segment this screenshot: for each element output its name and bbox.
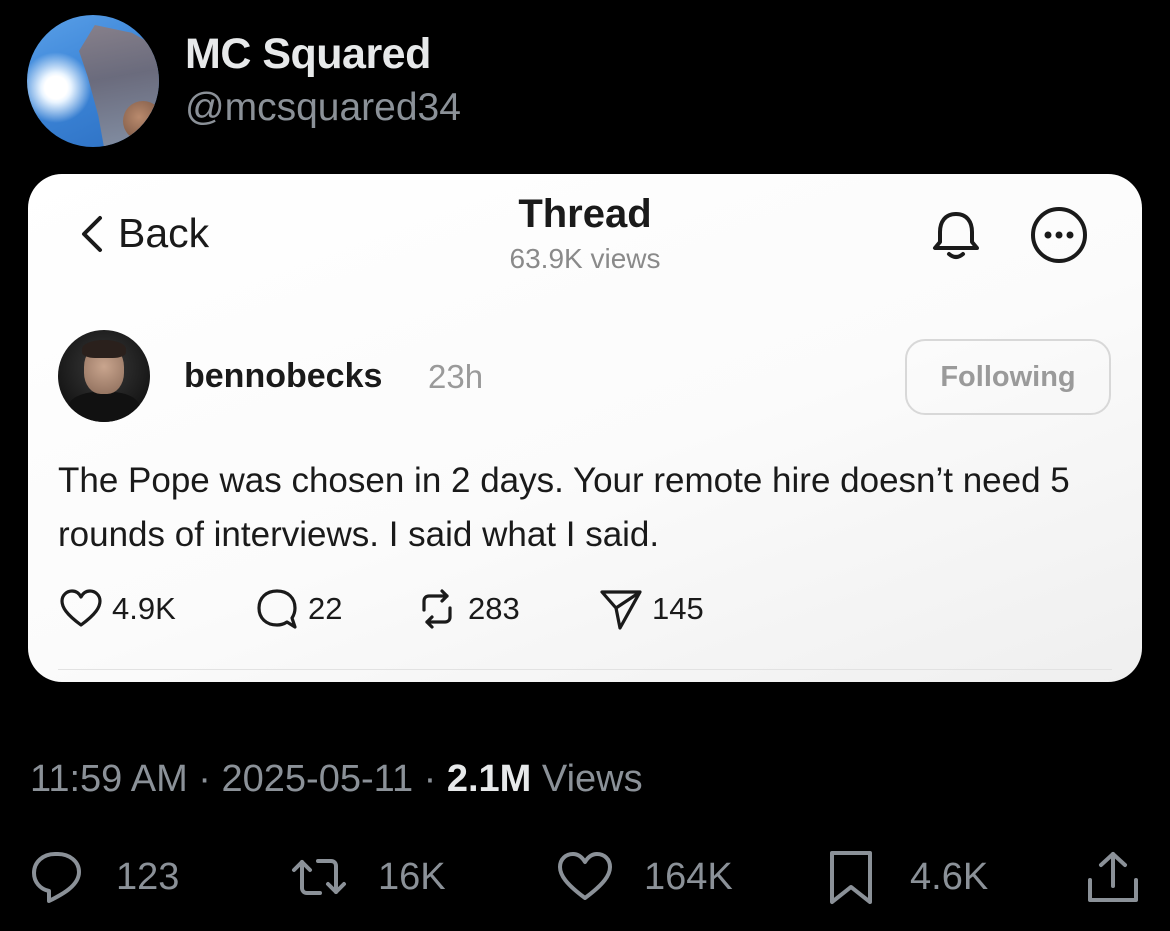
like-button[interactable]: 164K [556, 848, 733, 906]
display-name[interactable]: MC Squared [185, 30, 431, 79]
more-options-icon [1031, 207, 1087, 263]
thread-repost-count: 283 [468, 591, 520, 626]
following-button: Following [905, 339, 1111, 415]
author-username: bennobecks [184, 357, 383, 395]
reply-button[interactable]: 123 [28, 848, 179, 906]
reply-icon [32, 852, 81, 903]
repost-count: 16K [378, 855, 446, 898]
meta-separator: · [423, 758, 437, 800]
thread-post-text: The Pope was chosen in 2 days. Your remo… [58, 461, 1070, 554]
thread-like: 4.9K [58, 586, 176, 632]
post-action-bar: 123 16K 164K 4.6K [0, 848, 1170, 918]
share-button[interactable] [1084, 848, 1142, 906]
view-count: 2.1M [446, 758, 532, 800]
author-post-time: 23h [428, 358, 484, 395]
thread-reply-count: 22 [308, 591, 343, 626]
retweet-icon [292, 859, 346, 895]
thread-like-count: 4.9K [112, 591, 176, 626]
bell-icon [933, 212, 979, 259]
repost-button[interactable]: 16K [290, 848, 446, 906]
meta-separator: · [198, 758, 211, 800]
repost-icon [422, 589, 452, 629]
post-date: 2025-05-11 [221, 758, 414, 800]
bookmark-count: 4.6K [910, 855, 989, 898]
post-metadata: 11:59 AM · 2025-05-11 · 2.1M Views [30, 758, 643, 801]
bookmark-icon [830, 851, 872, 904]
heart-icon [558, 852, 612, 900]
like-count: 164K [644, 855, 733, 898]
share-icon [1088, 852, 1138, 902]
author-avatar [58, 330, 150, 422]
profile-avatar[interactable] [27, 15, 159, 147]
thread-share: 145 [598, 586, 704, 632]
reply-count: 123 [116, 855, 180, 898]
bookmark-button[interactable]: 4.6K [822, 848, 988, 906]
comment-icon [257, 589, 297, 629]
post-time: 11:59 AM [30, 758, 188, 800]
views-label: Views [541, 758, 643, 800]
user-handle[interactable]: @mcsquared34 [185, 86, 461, 130]
thread-reply: 22 [254, 586, 342, 632]
thread-share-count: 145 [652, 591, 704, 626]
send-icon [600, 590, 642, 630]
embedded-thread-image[interactable]: Back Thread 63.9K views bennobecks 23h F… [28, 174, 1142, 682]
divider [58, 669, 1112, 670]
heart-icon [60, 589, 102, 627]
thread-repost: 283 [414, 586, 520, 632]
